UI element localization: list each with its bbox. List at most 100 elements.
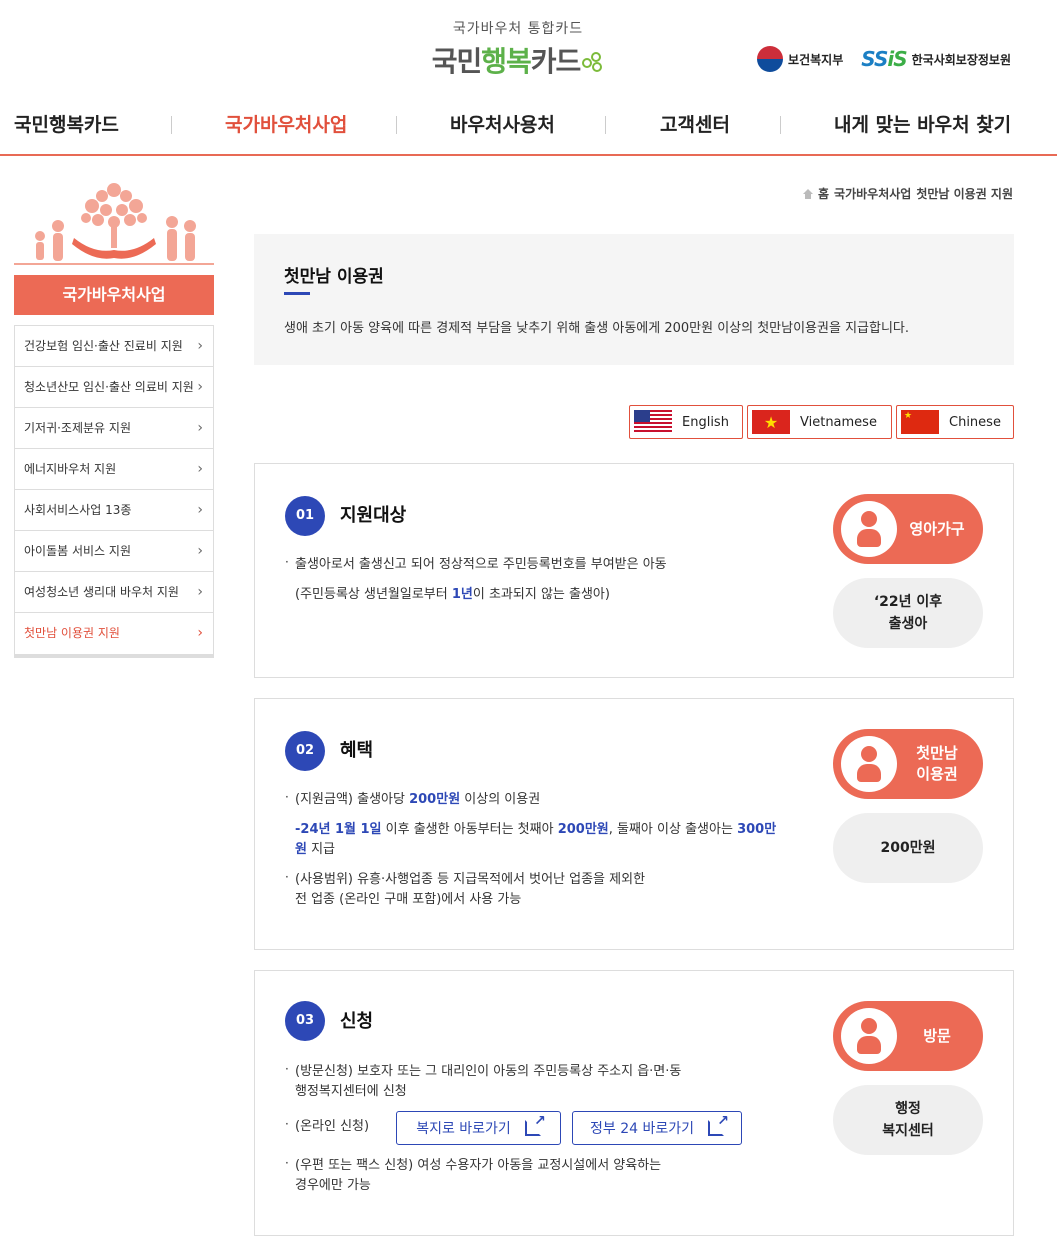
- language-button-chinese[interactable]: ★ Chinese: [896, 405, 1014, 439]
- sidebar-item-diaper-formula[interactable]: 기저귀·조제분유 지원 ›: [15, 408, 213, 449]
- benefit-detail-line: -24년 1월 1일 이후 출생한 아동부터는 첫째아 200만원, 둘째아 이…: [285, 820, 776, 840]
- chevron-right-icon: ›: [197, 420, 203, 436]
- benefit-pill-label: 첫만남 이용권: [897, 729, 977, 799]
- sidebar-item-first-meeting[interactable]: 첫만남 이용권 지원 ›: [15, 613, 213, 654]
- logo-title: 국민행복카드: [418, 40, 618, 80]
- language-button-vietnamese[interactable]: ★ Vietnamese: [747, 405, 892, 439]
- mohw-name: 보건복지부: [788, 52, 844, 67]
- ssis-logo[interactable]: SSiS 한국사회보장정보원: [861, 47, 1011, 71]
- online-apply-line: · (온라인 신청): [285, 1117, 369, 1137]
- apply-text: 경우에만 가능: [295, 1178, 371, 1193]
- external-link-icon: [708, 1113, 729, 1136]
- benefit-text: 이상의 이용권: [460, 792, 541, 807]
- benefit-amount-line: · (지원금액) 출생아당 200만원 이상의 이용권: [285, 790, 541, 807]
- page-title: 첫만남 이용권: [284, 267, 384, 287]
- breadcrumb: 홈 국가바우처사업 첫만남 이용권 지원: [802, 185, 1013, 202]
- eligibility-text: 출생아로서 출생신고 되어 정상적으로 주민등록번호를 부여받은 아동: [295, 557, 667, 572]
- visit-apply-line: · (방문신청) 보호자 또는 그 대리인이 아동의 주민등록상 주소지 읍·면·…: [285, 1062, 681, 1082]
- apply-sub-pill: 행정복지센터: [833, 1085, 983, 1155]
- apply-text: 행정복지센터에 신청: [295, 1084, 407, 1099]
- parent-child-icon: [841, 736, 897, 792]
- link-button-label: 정부 24 바로가기: [590, 1121, 694, 1137]
- chevron-right-icon: ›: [197, 625, 203, 641]
- usage-scope-line: · (사용범위) 유흥·사행업종 등 지급목적에서 벗어난 업종을 제외한: [285, 870, 645, 890]
- nav-item-voucher-program[interactable]: 국가바우처사업: [225, 110, 347, 137]
- vietnam-flag-icon: ★: [752, 410, 790, 434]
- bokjiro-link-button[interactable]: 복지로 바로가기: [396, 1111, 561, 1145]
- chevron-right-icon: ›: [197, 338, 203, 354]
- china-flag-icon: ★: [901, 410, 939, 434]
- sidebar-item-label: 기저귀·조제분유 지원: [24, 421, 131, 435]
- sidebar-item-health-insurance[interactable]: 건강보험 임신·출산 진료비 지원 ›: [15, 326, 213, 367]
- intro-box: 첫만남 이용권 생애 초기 아동 양육에 따른 경제적 부담을 낮추기 위해 출…: [254, 234, 1014, 365]
- nav-item-find-voucher[interactable]: 내게 맞는 바우처 찾기: [834, 110, 1011, 137]
- mohw-logo[interactable]: 보건복지부: [757, 46, 843, 72]
- benefit-highlight: 200만원: [409, 792, 461, 807]
- target-sub-pill: ‘22년 이후 출생아: [833, 578, 983, 648]
- sidebar-menu: 건강보험 임신·출산 진료비 지원 › 청소년산모 임신·출산 의료비 지원 › 기…: [14, 325, 214, 658]
- ssis-mark-b: iS: [887, 47, 907, 71]
- sidebar-item-label: 아이돌봄 서비스 지원: [24, 544, 131, 558]
- breadcrumb-category[interactable]: 국가바우처사업: [834, 185, 911, 202]
- benefit-detail-line: 원 지급: [285, 840, 335, 860]
- chevron-right-icon: ›: [197, 543, 203, 559]
- visit-icon: [841, 1008, 897, 1064]
- chevron-right-icon: ›: [197, 379, 203, 395]
- section-number: 03: [285, 1001, 325, 1041]
- site-header: 국가바우처 통합카드 국민행복카드 보건복지부 SSiS 한국사회보장정보원 국…: [0, 0, 1057, 156]
- sidebar-item-label: 에너지바우처 지원: [24, 462, 117, 476]
- benefit-text: (지원금액) 출생아당: [295, 792, 410, 807]
- infant-icon: [841, 501, 897, 557]
- apply-pill: 방문: [833, 1001, 983, 1071]
- benefit-highlight: 24년 1월 1일: [300, 822, 382, 837]
- target-pill-label: 영아가구: [909, 519, 965, 538]
- language-label: English: [682, 414, 729, 430]
- site-logo[interactable]: 국가바우처 통합카드 국민행복카드: [418, 18, 618, 80]
- mail-apply-line: 경우에만 가능: [285, 1176, 371, 1196]
- benefit-pill: 첫만남 이용권: [833, 729, 983, 799]
- chevron-right-icon: ›: [197, 584, 203, 600]
- section-title: 신청: [340, 1011, 374, 1032]
- partner-logos: 보건복지부 SSiS 한국사회보장정보원: [757, 46, 1011, 72]
- family-tree-illustration: [14, 183, 214, 265]
- apply-text: (온라인 신청): [295, 1119, 370, 1134]
- page-description: 생애 초기 아동 양육에 따른 경제적 부담을 낮추기 위해 출생 아동에게 2…: [284, 321, 909, 336]
- sidebar-item-label: 여성청소년 생리대 바우처 지원: [24, 585, 179, 599]
- language-button-english[interactable]: English: [629, 405, 743, 439]
- sidebar-item-childcare[interactable]: 아이돌봄 서비스 지원 ›: [15, 531, 213, 572]
- note-text: (주민등록상 생년월일로부터: [295, 587, 452, 602]
- breadcrumb-current: 첫만남 이용권 지원: [916, 187, 1013, 201]
- sidebar-title: 국가바우처사업: [14, 275, 214, 315]
- apply-sub-line: 복지센터: [882, 1123, 934, 1139]
- sidebar-item-energy-voucher[interactable]: 에너지바우처 지원 ›: [15, 449, 213, 490]
- sidebar-item-label: 건강보험 임신·출산 진료비 지원: [24, 339, 183, 353]
- title-underline: [284, 292, 310, 295]
- apply-text: (우편 또는 팩스 신청) 여성 수용자가 아동을 교정시설에서 양육하는: [295, 1158, 662, 1173]
- usage-text: (사용범위) 유흥·사행업종 등 지급목적에서 벗어난 업종을 제외한: [295, 872, 646, 887]
- benefit-highlight: 300만: [737, 822, 777, 837]
- apply-sub-line: 행정: [895, 1101, 921, 1117]
- link-button-label: 복지로 바로가기: [416, 1121, 511, 1137]
- sidebar-item-social-service[interactable]: 사회서비스사업 13종 ›: [15, 490, 213, 531]
- breadcrumb-home[interactable]: 홈: [818, 185, 829, 202]
- nav-item-card[interactable]: 국민행복카드: [14, 110, 119, 137]
- section-benefit: 02 혜택 · (지원금액) 출생아당 200만원 이상의 이용권 -24년 1월…: [254, 698, 1014, 950]
- sidebar-item-teen-mother[interactable]: 청소년산모 임신·출산 의료비 지원 ›: [15, 367, 213, 408]
- home-icon[interactable]: [802, 188, 813, 199]
- benefit-pill-line: 첫만남: [916, 744, 958, 762]
- target-sub-line: 출생아: [888, 616, 928, 632]
- section-title: 지원대상: [340, 505, 407, 526]
- language-selector: English ★ Vietnamese ★ Chinese: [629, 405, 1014, 439]
- clover-icon: [582, 52, 604, 74]
- chevron-right-icon: ›: [197, 502, 203, 518]
- benefit-text: 이후 출생한 아동부터는 첫째아: [381, 822, 558, 837]
- nav-item-merchants[interactable]: 바우처사용처: [450, 110, 555, 137]
- sidebar-item-sanitary-pad[interactable]: 여성청소년 생리대 바우처 지원 ›: [15, 572, 213, 613]
- nav-item-customer-center[interactable]: 고객센터: [660, 110, 730, 137]
- apply-text: (방문신청) 보호자 또는 그 대리인이 아동의 주민등록상 주소지 읍·면·동: [295, 1064, 682, 1079]
- section-number: 01: [285, 496, 325, 536]
- gov24-link-button[interactable]: 정부 24 바로가기: [572, 1111, 742, 1145]
- logo-title-part: 국민: [431, 45, 483, 78]
- chevron-right-icon: ›: [197, 461, 203, 477]
- benefit-sub-pill: 200만원: [833, 813, 983, 883]
